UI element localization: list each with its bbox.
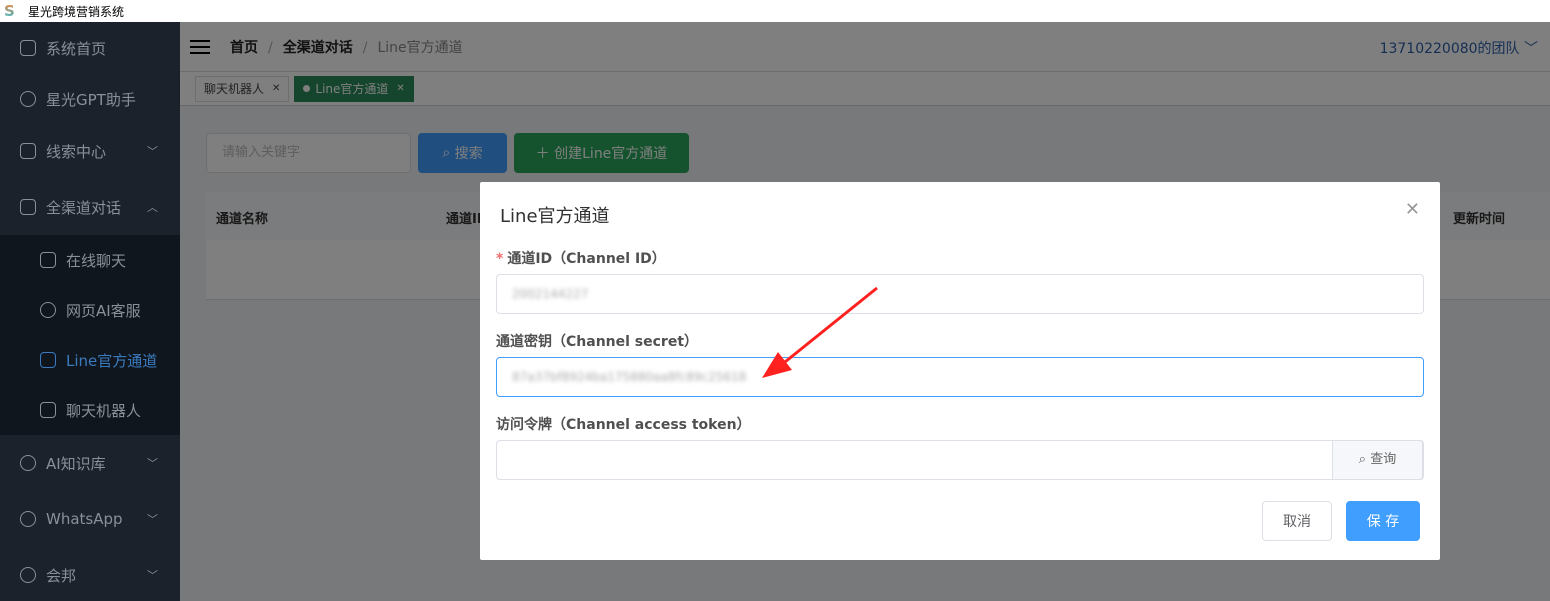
chat-icon	[40, 252, 56, 268]
app-logo-icon: S	[4, 3, 18, 19]
headset-icon	[40, 302, 56, 318]
search-icon	[20, 143, 36, 159]
robot-icon	[40, 402, 56, 418]
bulb-icon	[20, 567, 36, 583]
sidebar-item-label: 星光GPT助手	[46, 90, 136, 109]
channel-secret-value: 87a37bf8924ba175880aa8fc89c25618	[512, 370, 747, 384]
search-icon: ⌕	[1358, 452, 1371, 467]
chevron-down-icon: ﹀	[147, 457, 158, 470]
line-icon	[40, 352, 56, 368]
chevron-down-icon: ﹀	[147, 145, 158, 158]
home-icon	[20, 40, 36, 56]
sidebar-item-label: 线索中心	[46, 142, 107, 161]
close-icon[interactable]: ✕	[1405, 199, 1420, 220]
cancel-button[interactable]: 取消	[1262, 501, 1332, 541]
sidebar-item-online-chat[interactable]: 在线聊天	[0, 235, 180, 285]
field-label-access-token: 访问令牌（Channel access token）	[496, 417, 751, 433]
sidebar: 系统首页 星光GPT助手 线索中心 ﹀ 全渠道对话 ︿ 在线聊天 网页AI客服 Li…	[0, 22, 180, 601]
sidebar-item-line[interactable]: Line官方通道	[0, 335, 180, 385]
sidebar-item-label: 全渠道对话	[46, 198, 122, 217]
sidebar-item-whatsapp[interactable]: WhatsApp ﹀	[0, 494, 180, 544]
sidebar-item-label: 网页AI客服	[66, 301, 141, 320]
sidebar-item-label: Line官方通道	[66, 351, 158, 370]
dialog-title: Line官方通道	[500, 206, 610, 227]
save-button[interactable]: 保 存	[1346, 501, 1420, 541]
chevron-down-icon: ﹀	[147, 513, 158, 526]
field-label-channel-secret: 通道密钥（Channel secret）	[496, 334, 699, 350]
sidebar-item-chatbot[interactable]: 聊天机器人	[0, 385, 180, 435]
title-bar: S 星光跨境营销系统	[0, 0, 1550, 22]
sidebar-item-omnichannel[interactable]: 全渠道对话 ︿	[0, 182, 180, 232]
query-button[interactable]: ⌕ 查询	[1332, 440, 1423, 480]
sidebar-item-web-ai[interactable]: 网页AI客服	[0, 285, 180, 335]
sidebar-item-gpt[interactable]: 星光GPT助手	[0, 74, 180, 124]
channel-id-input[interactable]: 2002144227	[496, 274, 1424, 314]
field-label-channel-id: * 通道ID（Channel ID）	[496, 251, 666, 267]
channel-secret-input[interactable]: 87a37bf8924ba175880aa8fc89c25618	[496, 357, 1424, 397]
sidebar-item-leads[interactable]: 线索中心 ﹀	[0, 126, 180, 176]
openai-icon	[20, 91, 36, 107]
app-title: 星光跨境营销系统	[28, 4, 125, 19]
sidebar-item-label: 系统首页	[46, 39, 107, 58]
query-label: 查询	[1370, 452, 1397, 467]
sidebar-item-knowledge[interactable]: AI知识库 ﹀	[0, 438, 180, 488]
sidebar-item-label: AI知识库	[46, 454, 106, 473]
line-channel-dialog: Line官方通道 ✕ * 通道ID（Channel ID） 2002144227 …	[480, 182, 1440, 560]
whatsapp-icon	[20, 511, 36, 527]
submenu: 在线聊天 网页AI客服 Line官方通道 聊天机器人	[0, 235, 180, 435]
sidebar-item-huibang[interactable]: 会邦 ﹀	[0, 550, 180, 600]
chat-icon	[20, 199, 36, 215]
brain-icon	[20, 455, 36, 471]
chevron-down-icon: ﹀	[147, 569, 158, 582]
sidebar-item-label: 在线聊天	[66, 251, 127, 270]
sidebar-item-home[interactable]: 系统首页	[0, 23, 180, 73]
sidebar-item-label: 聊天机器人	[66, 401, 142, 420]
channel-id-value: 2002144227	[512, 287, 589, 301]
access-token-input[interactable]: ⌕ 查询	[496, 440, 1424, 480]
sidebar-item-label: 会邦	[46, 566, 77, 585]
sidebar-item-label: WhatsApp	[46, 510, 123, 528]
chevron-up-icon: ︿	[147, 201, 158, 214]
